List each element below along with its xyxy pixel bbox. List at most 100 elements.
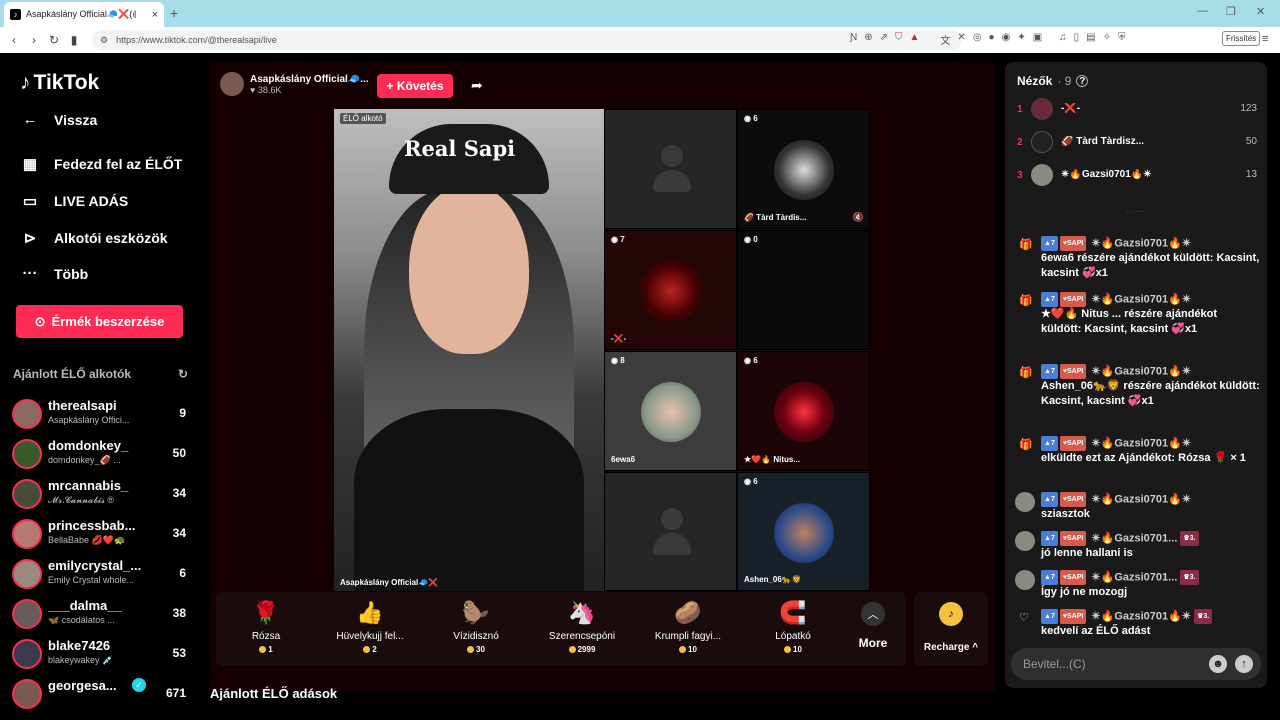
video-grid[interactable]: Real Sapi ÉLŐ alkotó Asapkáslány Officia…: [334, 109, 870, 591]
creator-item[interactable]: blake7426 blakeywakey 💉 53: [12, 636, 192, 672]
viewer-score: 123: [1240, 103, 1257, 114]
extension-icon[interactable]: ◉: [1002, 32, 1011, 47]
streamer-info[interactable]: Asapkáslány Official🧢... ♥ 38.6K: [220, 72, 369, 96]
gift-item[interactable]: 🧲 Lópatkó 10: [743, 600, 843, 654]
shield-icon[interactable]: ⛉: [895, 32, 903, 47]
back-icon[interactable]: ‹: [4, 33, 24, 47]
muted-mic-icon: 🔇: [852, 212, 864, 222]
creator-item[interactable]: mrcannabis_ 𝓜𝓻.𝓒𝓪𝓷𝓷𝓪𝓫𝓲𝓼 ® 34: [12, 476, 192, 512]
level-value: 7: [1050, 496, 1055, 503]
creator-item[interactable]: domdonkey_ domdonkey_🏈 ... 50: [12, 436, 192, 472]
bookmark-icon[interactable]: ▮: [64, 33, 84, 47]
fan-club-name: SAPI: [1067, 296, 1084, 303]
gift-item[interactable]: 👍 Hüvelykujj fel... 2: [320, 600, 420, 654]
gift-item[interactable]: 🌹 Rózsa 1: [216, 600, 316, 654]
top-viewer-row[interactable]: 2 🏈 Tàrd Tàrdisz... 50: [1017, 129, 1257, 157]
chat-username[interactable]: ✴🔥Gazsi0701🔥✴: [1091, 293, 1191, 305]
vpn-icon[interactable]: ⛨: [1118, 32, 1126, 47]
minimize-icon[interactable]: —: [1197, 5, 1208, 17]
rank-badge-value: 3.: [1189, 574, 1196, 581]
recharge-button[interactable]: ♪ Recharge ^: [914, 592, 988, 666]
chat-username[interactable]: ✴🔥Gazsi0701🔥✴: [1091, 610, 1191, 622]
sidebar-icon[interactable]: ▯: [1074, 32, 1080, 47]
chat-panel: Nézők · 9 ? 1 -❌- 123 2 🏈 Tàrd Tàrdisz..…: [1005, 62, 1267, 688]
chat-username[interactable]: ✴🔥Gazsi0701🔥✴: [1091, 437, 1191, 449]
new-tab-icon[interactable]: +: [170, 5, 178, 21]
puzzle-icon[interactable]: ✦: [1017, 32, 1025, 47]
reload-icon[interactable]: ↻: [44, 33, 64, 47]
share-icon[interactable]: ➦: [471, 77, 483, 94]
zoom-icon[interactable]: ⊕: [864, 32, 872, 47]
creator-item[interactable]: princessbab... BellaBabe 💋❤️🐢 34: [12, 516, 192, 552]
viewers-header: Nézők · 9 ?: [1017, 74, 1089, 88]
gift-name: Szerencsepóni: [548, 631, 616, 642]
restore-icon[interactable]: ❐: [1226, 5, 1236, 18]
follow-button[interactable]: + Követés: [377, 74, 453, 98]
guest-tile[interactable]: ◉ 6 🏈 Tàrd Tàrdis... 🔇: [737, 109, 870, 229]
translate-icon[interactable]: 文: [940, 32, 950, 47]
gift-item[interactable]: 🦫 Vízidisznó 30: [426, 600, 526, 654]
chat-username[interactable]: ✴🔥Gazsi0701...: [1091, 571, 1177, 583]
nav-back[interactable]: ← Vissza: [20, 111, 98, 128]
avatar: [1015, 492, 1035, 512]
streamer-avatar[interactable]: [220, 72, 244, 96]
unicorn-icon: 🦄: [568, 600, 596, 625]
music-icon[interactable]: ♫: [1059, 32, 1067, 47]
more-gifts-button[interactable]: ︿ More: [848, 602, 898, 650]
level-value: 7: [1050, 574, 1055, 581]
creator-name: ___dalma__: [48, 598, 122, 613]
nav-more[interactable]: ··· Több: [20, 265, 89, 282]
window-close-icon[interactable]: ✕: [1256, 5, 1265, 18]
chat-username[interactable]: ✴🔥Gazsi0701🔥✴: [1091, 493, 1191, 505]
ai-icon[interactable]: ✧: [1103, 32, 1111, 47]
reader-icon[interactable]: Ɲ: [850, 32, 857, 47]
address-bar[interactable]: ⚙ https://www.tiktok.com/@therealsapi/li…: [92, 30, 962, 50]
close-tab-icon[interactable]: ×: [152, 9, 158, 21]
creator-item[interactable]: emilycrystal_... Emily Crystal whole... …: [12, 556, 192, 592]
chat-username[interactable]: ✴🔥Gazsi0701...: [1091, 532, 1177, 544]
send-icon[interactable]: ↑: [1235, 655, 1253, 673]
extension-icon[interactable]: ◎: [973, 32, 982, 47]
forward-icon[interactable]: ›: [24, 33, 44, 47]
guest-tile[interactable]: ◉ 0: [737, 230, 870, 350]
score-value: 6: [753, 114, 758, 123]
top-viewer-row[interactable]: 1 -❌- 123: [1017, 96, 1257, 124]
nav-live-broadcast[interactable]: ▭ LIVE ADÁS: [20, 192, 128, 210]
host-video[interactable]: Real Sapi ÉLŐ alkotó Asapkáslány Officia…: [334, 109, 604, 591]
guest-tile[interactable]: [604, 472, 737, 591]
guest-tile[interactable]: ◉ 7 -❌-: [604, 230, 737, 350]
chat-username[interactable]: ✴🔥Gazsi0701🔥✴: [1091, 365, 1191, 377]
extension-icon[interactable]: ●: [989, 32, 995, 47]
wallet-icon[interactable]: ▤: [1086, 32, 1095, 47]
guest-tile[interactable]: ◉ 6 ★❤️🔥 Nitus...: [737, 351, 870, 471]
rewards-icon[interactable]: ▲: [910, 32, 920, 47]
creator-item[interactable]: georgesa... ✓ 671: [12, 676, 192, 712]
browser-tab[interactable]: ♪ Asapkáslány Official🧢❌(@ ×: [4, 2, 164, 27]
share-page-icon[interactable]: ⇗: [880, 32, 888, 47]
refresh-icon[interactable]: ↻: [178, 367, 188, 381]
tiktok-logo[interactable]: ♪ TikTok: [20, 71, 99, 95]
level-badge: ▲7: [1041, 531, 1058, 546]
gift-icon: 🎁: [1019, 239, 1033, 251]
help-icon[interactable]: ?: [1076, 75, 1089, 87]
emoji-icon[interactable]: ☻: [1209, 655, 1227, 673]
gift-item[interactable]: 🥔 Krumpli fagyi... 10: [638, 600, 738, 654]
refresh-button[interactable]: Frissítés: [1222, 31, 1261, 46]
guest-tile[interactable]: [604, 109, 737, 229]
extension-x-icon[interactable]: ✕: [957, 32, 965, 47]
nav-creator-tools[interactable]: ⊳ Alkotói eszközök: [20, 229, 168, 247]
creator-item[interactable]: ___dalma__ 🦋 csodálatos ... 38: [12, 596, 192, 632]
gift-item[interactable]: 🦄 Szerencsepóni 2999: [532, 600, 632, 654]
chat-input[interactable]: Bevitel...(C) ☻ ↑: [1011, 648, 1261, 680]
site-settings-icon[interactable]: ⚙: [100, 35, 108, 46]
chat-username[interactable]: ✴🔥Gazsi0701🔥✴: [1091, 237, 1191, 249]
nav-explore-live[interactable]: ▦ Fedezd fel az ÉLŐT: [20, 155, 182, 173]
creator-item[interactable]: therealsapi Asapkáslány Offici... 9: [12, 396, 192, 432]
viewer-name: ✴🔥Gazsi0701🔥✴: [1061, 169, 1152, 180]
guest-tile[interactable]: ◉ 8 6ewa6: [604, 351, 737, 471]
guest-tile[interactable]: ◉ 6 Ashen_06🐆🦁: [737, 472, 870, 591]
top-viewer-row[interactable]: 3 ✴🔥Gazsi0701🔥✴ 13: [1017, 162, 1257, 190]
menu-icon[interactable]: ≡: [1262, 33, 1268, 45]
get-coins-button[interactable]: ⊙ Érmék beszerzése: [16, 305, 183, 338]
extension-icon[interactable]: ▣: [1033, 32, 1042, 47]
